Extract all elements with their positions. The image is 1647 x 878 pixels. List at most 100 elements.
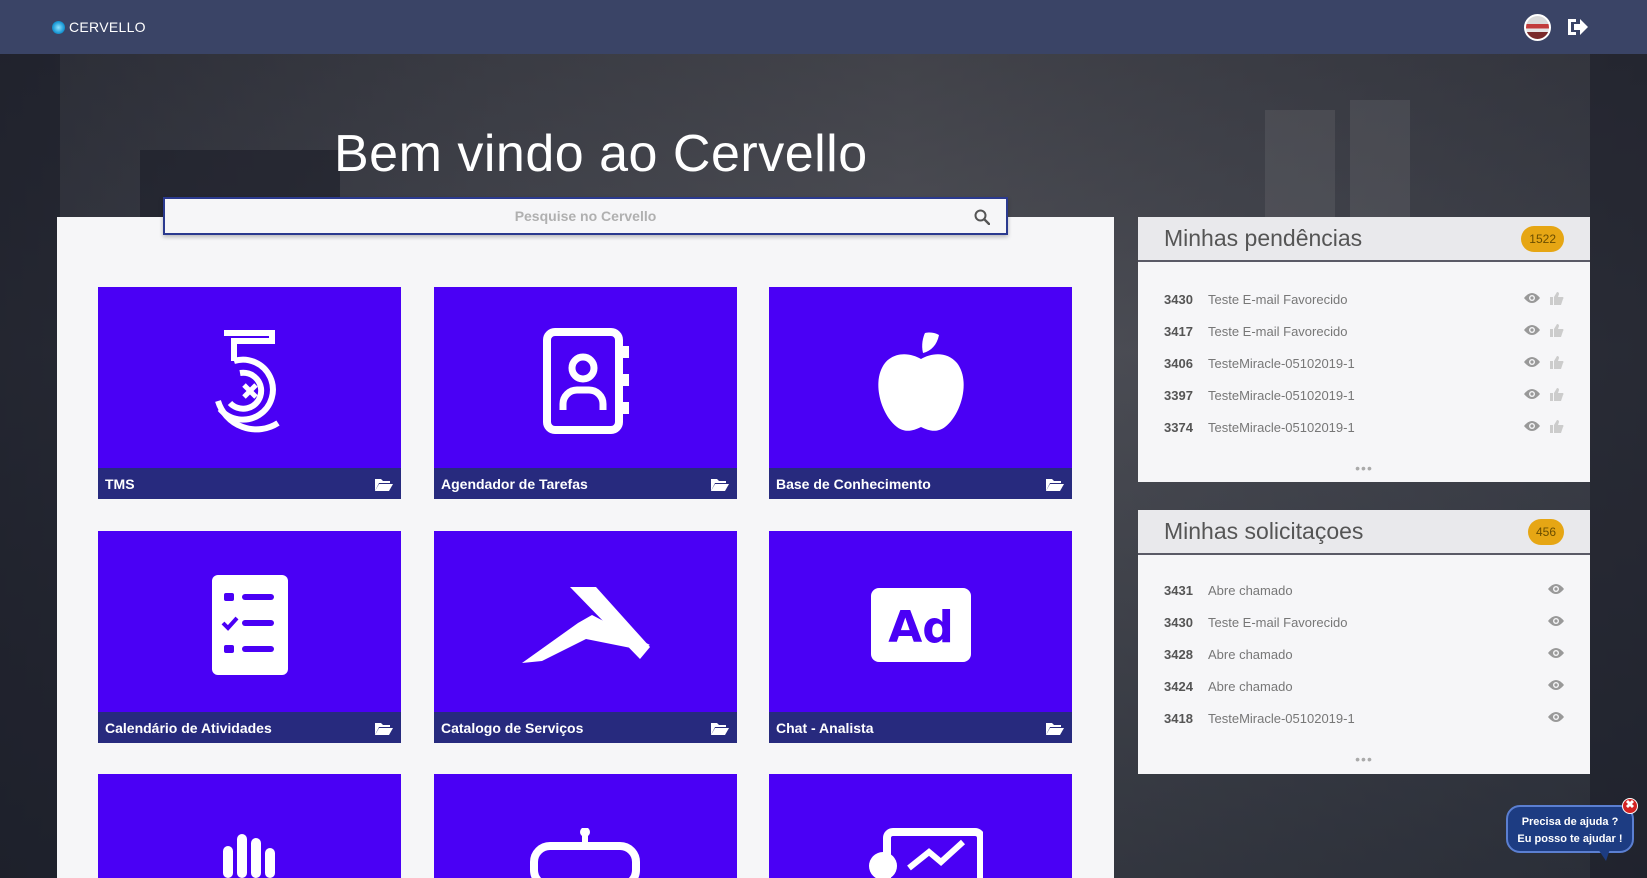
list-item[interactable]: 3430 Teste E-mail Favorecido bbox=[1138, 283, 1590, 315]
app-tile-catalogo[interactable]: Catalogo de Serviços bbox=[434, 531, 737, 743]
item-id: 3431 bbox=[1164, 582, 1193, 598]
item-id: 3406 bbox=[1164, 355, 1193, 371]
eye-icon[interactable] bbox=[1548, 679, 1564, 691]
checklist-icon bbox=[211, 575, 288, 675]
app-tile-9[interactable] bbox=[769, 774, 1072, 878]
eye-icon[interactable] bbox=[1548, 615, 1564, 627]
catalog-arrow-icon bbox=[521, 587, 650, 663]
app-tile-tms[interactable]: TMS bbox=[98, 287, 401, 499]
eye-icon[interactable] bbox=[1548, 583, 1564, 595]
list-item[interactable]: 3397 TesteMiracle-05102019-1 bbox=[1138, 379, 1590, 411]
thumbs-up-icon[interactable] bbox=[1550, 292, 1564, 305]
app-tile-base-conhecimento[interactable]: Base de Conhecimento bbox=[769, 287, 1072, 499]
background-building bbox=[1590, 54, 1647, 878]
tile-label: Calendário de Atividades bbox=[105, 719, 272, 736]
tile-footer: TMS bbox=[98, 468, 401, 499]
tile-label: Base de Conhecimento bbox=[776, 475, 931, 492]
avatar[interactable] bbox=[1524, 14, 1551, 41]
thumbs-up-icon[interactable] bbox=[1550, 388, 1564, 401]
app-tile-7[interactable] bbox=[98, 774, 401, 878]
item-text: TesteMiracle-05102019-1 bbox=[1208, 355, 1355, 371]
item-actions bbox=[1524, 356, 1564, 369]
search-box bbox=[163, 197, 1008, 235]
list-item[interactable]: 3431 Abre chamado bbox=[1138, 574, 1590, 606]
more-button[interactable]: ••• bbox=[1138, 461, 1590, 475]
welcome-title: Bem vindo ao Cervello bbox=[334, 125, 868, 183]
eye-icon[interactable] bbox=[1548, 711, 1564, 723]
tile-footer: Base de Conhecimento bbox=[769, 468, 1072, 499]
list-item[interactable]: 3417 Teste E-mail Favorecido bbox=[1138, 315, 1590, 347]
list-item[interactable]: 3430 Teste E-mail Favorecido bbox=[1138, 606, 1590, 638]
item-actions bbox=[1548, 615, 1564, 627]
help-chat-bubble[interactable]: Precisa de ajuda ? Eu posso te ajudar ! bbox=[1506, 805, 1634, 853]
logo-text: CERVELLO bbox=[69, 19, 146, 35]
app-tile-chat-analista[interactable]: Ad Chat - Analista bbox=[769, 531, 1072, 743]
list-item[interactable]: 3374 TesteMiracle-05102019-1 bbox=[1138, 411, 1590, 443]
thumbs-up-icon[interactable] bbox=[1550, 324, 1564, 337]
item-actions bbox=[1548, 583, 1564, 595]
thumbs-up-icon[interactable] bbox=[1550, 356, 1564, 369]
eye-icon[interactable] bbox=[1548, 647, 1564, 659]
app-tile-agendador[interactable]: Agendador de Tarefas bbox=[434, 287, 737, 499]
tile-footer: Catalogo de Serviços bbox=[434, 712, 737, 743]
logo[interactable]: CERVELLO bbox=[52, 19, 146, 35]
logout-icon[interactable] bbox=[1566, 17, 1588, 37]
list-item[interactable]: 3406 TesteMiracle-05102019-1 bbox=[1138, 347, 1590, 379]
eye-icon[interactable] bbox=[1524, 292, 1540, 304]
eye-icon[interactable] bbox=[1524, 356, 1540, 368]
tile-label: TMS bbox=[105, 475, 135, 492]
help-close-button[interactable]: ✖ bbox=[1622, 798, 1638, 814]
item-text: Teste E-mail Favorecido bbox=[1208, 614, 1348, 630]
folder-open-icon[interactable] bbox=[375, 477, 393, 491]
tile-label: Agendador de Tarefas bbox=[441, 475, 588, 492]
eye-icon[interactable] bbox=[1524, 420, 1540, 432]
item-actions bbox=[1524, 292, 1564, 305]
app-tile-8[interactable] bbox=[434, 774, 737, 878]
app-tile-calendario[interactable]: Calendário de Atividades bbox=[98, 531, 401, 743]
card-header: Minhas pendências 1522 bbox=[1138, 217, 1590, 262]
item-id: 3418 bbox=[1164, 710, 1193, 726]
list-item[interactable]: 3424 Abre chamado bbox=[1138, 670, 1590, 702]
folder-open-icon[interactable] bbox=[1046, 721, 1064, 735]
pendencias-card: Minhas pendências 1522 3430 Teste E-mail… bbox=[1138, 217, 1590, 482]
contact-book-icon bbox=[542, 328, 629, 434]
help-line-1: Precisa de ajuda ? bbox=[1521, 816, 1619, 828]
search-icon[interactable] bbox=[974, 209, 990, 225]
item-actions bbox=[1524, 420, 1564, 433]
svg-text:Ad: Ad bbox=[888, 602, 954, 653]
tile-footer: Chat - Analista bbox=[769, 712, 1072, 743]
item-actions bbox=[1548, 679, 1564, 691]
background-building bbox=[1265, 110, 1335, 230]
item-text: Teste E-mail Favorecido bbox=[1208, 323, 1348, 339]
item-id: 3430 bbox=[1164, 291, 1193, 307]
item-text: Abre chamado bbox=[1208, 646, 1293, 662]
list-item[interactable]: 3418 TesteMiracle-05102019-1 bbox=[1138, 702, 1590, 734]
item-id: 3424 bbox=[1164, 678, 1193, 694]
help-bubble-tail bbox=[1598, 849, 1610, 861]
thumbs-up-icon[interactable] bbox=[1550, 420, 1564, 433]
tms-five-icon bbox=[214, 330, 280, 433]
more-button[interactable]: ••• bbox=[1138, 752, 1590, 766]
item-id: 3417 bbox=[1164, 323, 1193, 339]
item-text: TesteMiracle-05102019-1 bbox=[1208, 710, 1355, 726]
folder-open-icon[interactable] bbox=[1046, 477, 1064, 491]
card-title: Minhas pendências bbox=[1164, 225, 1363, 251]
item-actions bbox=[1548, 711, 1564, 723]
card-header: Minhas solicitaçoes 456 bbox=[1138, 510, 1590, 555]
folder-open-icon[interactable] bbox=[375, 721, 393, 735]
item-actions bbox=[1524, 324, 1564, 337]
item-text: Abre chamado bbox=[1208, 678, 1293, 694]
item-text: Abre chamado bbox=[1208, 582, 1293, 598]
item-text: Teste E-mail Favorecido bbox=[1208, 291, 1348, 307]
item-actions bbox=[1524, 388, 1564, 401]
solicitacoes-card: Minhas solicitaçoes 456 3431 Abre chamad… bbox=[1138, 510, 1590, 774]
eye-icon[interactable] bbox=[1524, 388, 1540, 400]
folder-open-icon[interactable] bbox=[711, 721, 729, 735]
tile-label: Chat - Analista bbox=[776, 719, 874, 736]
item-id: 3428 bbox=[1164, 646, 1193, 662]
search-input[interactable] bbox=[165, 199, 1006, 233]
apple-icon bbox=[877, 332, 964, 431]
eye-icon[interactable] bbox=[1524, 324, 1540, 336]
folder-open-icon[interactable] bbox=[711, 477, 729, 491]
list-item[interactable]: 3428 Abre chamado bbox=[1138, 638, 1590, 670]
